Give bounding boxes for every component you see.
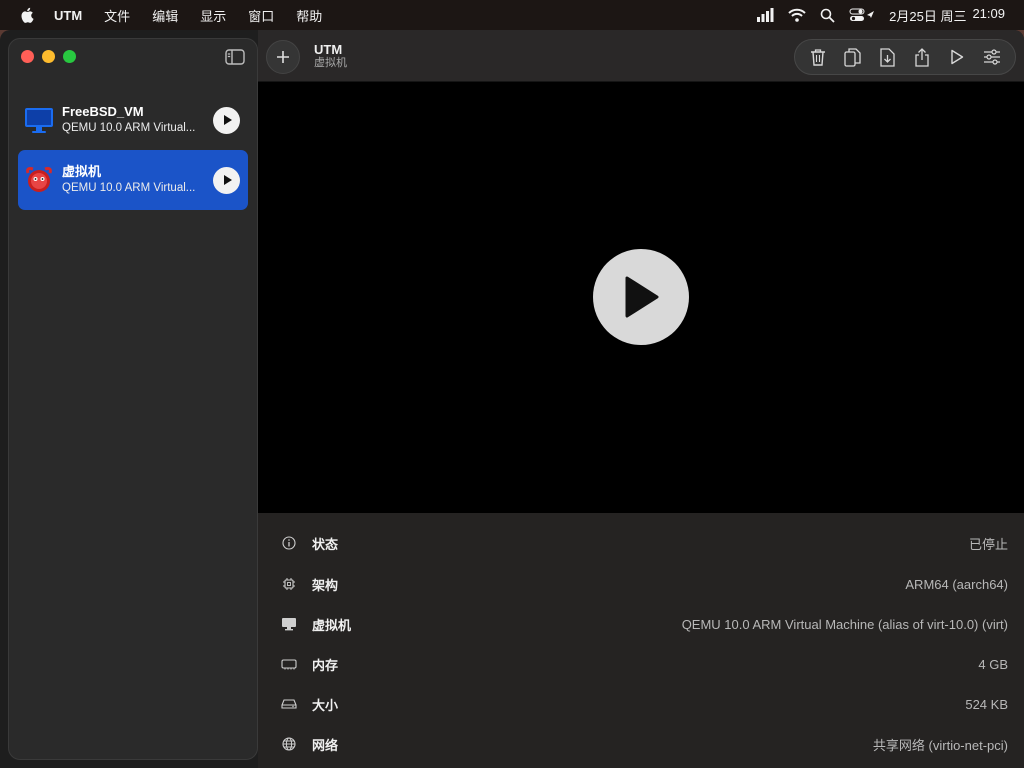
share-icon xyxy=(915,47,929,67)
detail-row-architecture: 架构 ARM64 (aarch64) xyxy=(280,574,1008,594)
detail-label: 虚拟机 xyxy=(312,617,352,633)
close-button[interactable] xyxy=(21,50,34,63)
menubar-time: 21:09 xyxy=(972,5,1005,21)
start-vm-button[interactable] xyxy=(593,249,689,345)
detail-value: ARM64 (aarch64) xyxy=(905,576,1008,592)
main-pane: UTM 虚拟机 状态 已停止 架构 ARM64 (aarch64) 虚拟机 QE… xyxy=(258,30,1024,768)
window-subtitle: 虚拟机 xyxy=(314,57,347,69)
detail-value: 已停止 xyxy=(968,536,1008,552)
detail-row-memory: 内存 4 GB xyxy=(280,654,1008,674)
toolbar: UTM 虚拟机 xyxy=(258,30,1024,82)
menu-window[interactable]: 窗口 xyxy=(248,6,274,25)
vm-subtitle: QEMU 10.0 ARM Virtual... xyxy=(62,181,196,194)
detail-row-size: 大小 524 KB xyxy=(280,694,1008,714)
drive-icon xyxy=(280,695,298,713)
wifi-icon[interactable] xyxy=(788,8,806,22)
menu-bar: UTM 文件 编辑 显示 窗口 帮助 2月25日 周三 21:09 xyxy=(0,0,1024,30)
menu-edit[interactable]: 编辑 xyxy=(152,6,178,25)
window-title: UTM xyxy=(314,42,343,57)
detail-value: QEMU 10.0 ARM Virtual Machine (alias of … xyxy=(681,616,1008,632)
vm-info: 虚拟机 QEMU 10.0 ARM Virtual... xyxy=(62,164,213,197)
cpu-icon xyxy=(280,575,298,593)
menubar-date: 2月25日 周三 xyxy=(889,8,967,24)
clone-button[interactable] xyxy=(842,46,864,68)
settings-icon xyxy=(983,49,1000,65)
share-button[interactable] xyxy=(911,46,933,68)
detail-value: 524 KB xyxy=(965,696,1008,712)
cellular-signal-icon[interactable] xyxy=(756,8,774,22)
vm-info: FreeBSD_VM QEMU 10.0 ARM Virtual... xyxy=(62,104,213,137)
plus-icon xyxy=(277,51,289,63)
vm-play-button[interactable] xyxy=(213,106,240,134)
action-group xyxy=(794,39,1016,75)
status-area: 2月25日 周三 21:09 xyxy=(756,6,1005,25)
detail-label: 架构 xyxy=(312,577,339,593)
detail-label: 内存 xyxy=(312,657,339,673)
vm-subtitle: QEMU 10.0 ARM Virtual... xyxy=(62,121,196,134)
menu-app-name[interactable]: UTM xyxy=(54,8,82,23)
window-title-block: UTM 虚拟机 xyxy=(314,42,347,70)
control-center-icon[interactable] xyxy=(849,8,875,22)
menu-help[interactable]: 帮助 xyxy=(296,6,322,25)
monitor-icon xyxy=(25,108,53,133)
add-vm-button[interactable] xyxy=(266,40,300,74)
apple-logo-icon[interactable] xyxy=(19,6,37,24)
detail-value: 4 GB xyxy=(978,656,1008,672)
window-controls xyxy=(21,50,76,63)
clone-icon xyxy=(844,47,862,67)
settings-button[interactable] xyxy=(981,46,1003,68)
detail-row-network: 网络 共享网络 (virtio-net-pci) xyxy=(280,734,1008,754)
detail-label: 大小 xyxy=(312,697,339,713)
vm-play-button[interactable] xyxy=(213,166,240,194)
globe-icon xyxy=(280,735,298,753)
delete-button[interactable] xyxy=(807,46,829,68)
play-icon xyxy=(625,276,659,318)
vm-name: 虚拟机 xyxy=(62,163,102,179)
vm-name: FreeBSD_VM xyxy=(62,103,144,119)
vm-list-item[interactable]: FreeBSD_VM QEMU 10.0 ARM Virtual... xyxy=(18,90,248,150)
detail-label: 网络 xyxy=(312,737,339,753)
freebsd-daemon-icon xyxy=(26,167,52,192)
vm-display-area xyxy=(258,82,1024,513)
detail-row-machine: 虚拟机 QEMU 10.0 ARM Virtual Machine (alias… xyxy=(280,614,1008,634)
vm-list-item-selected[interactable]: 虚拟机 QEMU 10.0 ARM Virtual... xyxy=(18,150,248,210)
vm-details-panel: 状态 已停止 架构 ARM64 (aarch64) 虚拟机 QEMU 10.0 … xyxy=(258,513,1024,768)
run-button[interactable] xyxy=(946,46,968,68)
delete-icon xyxy=(811,49,826,66)
sidebar-toggle-icon[interactable] xyxy=(225,49,245,65)
play-icon xyxy=(223,115,232,125)
export-icon xyxy=(880,47,895,67)
play-icon xyxy=(223,175,232,185)
utm-window: FreeBSD_VM QEMU 10.0 ARM Virtual... 虚拟机 … xyxy=(0,30,1024,768)
info-icon xyxy=(280,534,298,552)
sidebar: FreeBSD_VM QEMU 10.0 ARM Virtual... 虚拟机 … xyxy=(8,38,258,760)
detail-value: 共享网络 (virtio-net-pci) xyxy=(872,737,1008,753)
minimize-button[interactable] xyxy=(42,50,55,63)
export-button[interactable] xyxy=(877,46,899,68)
spotlight-search-icon[interactable] xyxy=(820,8,835,23)
run-icon xyxy=(951,49,964,65)
zoom-button[interactable] xyxy=(63,50,76,63)
menubar-clock[interactable]: 2月25日 周三 21:09 xyxy=(889,6,1005,25)
menu-view[interactable]: 显示 xyxy=(200,6,226,25)
display-icon xyxy=(280,615,298,633)
memory-icon xyxy=(280,655,298,673)
detail-row-status: 状态 已停止 xyxy=(280,533,1008,553)
menu-file[interactable]: 文件 xyxy=(104,6,130,25)
detail-label: 状态 xyxy=(312,536,339,552)
